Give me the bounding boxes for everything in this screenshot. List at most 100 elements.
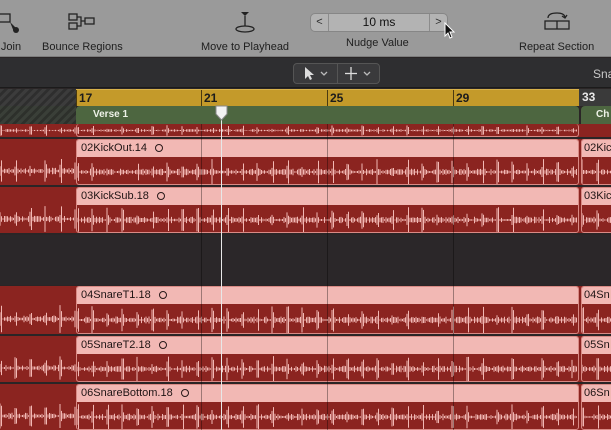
- waveform-trace: [0, 206, 76, 232]
- waveform: [0, 403, 76, 429]
- join-tool[interactable]: Join: [0, 6, 24, 53]
- waveform: [582, 159, 611, 184]
- region-header: 06Sn: [582, 385, 611, 402]
- bar-ruler[interactable]: 17 21 25 29: [76, 89, 579, 106]
- track-lane: 04SnareT1.18 04Sn: [0, 286, 611, 334]
- track-lane: 02KickOut.14 02Kic: [0, 139, 611, 185]
- arrangement-marker-label: Verse 1: [93, 109, 129, 120]
- region-header: 04Sn: [582, 287, 611, 304]
- control-bar: Join Bounce Regions Move to Playhead < 1…: [0, 0, 611, 57]
- ruler-bar-17: 17: [79, 91, 93, 105]
- loop-icon: [155, 144, 164, 152]
- waveform: [0, 125, 76, 136]
- bounce-regions-icon: [68, 13, 96, 30]
- waveform-trace: [0, 159, 76, 183]
- region-name: 04SnareT1.18: [81, 289, 167, 301]
- region-name: 06Sn: [584, 387, 610, 399]
- waveform: [0, 159, 76, 183]
- move-to-playhead-label: Move to Playhead: [201, 41, 290, 53]
- ruler-bar-21: 21: [204, 91, 218, 105]
- waveform: [582, 307, 611, 333]
- waveform: [0, 356, 76, 380]
- track-lane: 05SnareT2.18 05Sn: [0, 336, 611, 382]
- waveform-trace: [582, 210, 611, 230]
- nudge-decrease-button[interactable]: <: [311, 14, 329, 31]
- playhead-handle-icon[interactable]: [215, 105, 228, 121]
- waveform-trace: [582, 358, 611, 380]
- waveform: [582, 210, 611, 230]
- region-name: 06SnareBottom.18: [81, 387, 189, 399]
- move-to-playhead-tool[interactable]: Move to Playhead: [201, 6, 289, 53]
- region-name: 05SnareT2.18: [81, 339, 167, 351]
- move-to-playhead-icon: [235, 12, 255, 33]
- join-label: Join: [0, 41, 22, 53]
- waveform-trace: [0, 305, 76, 333]
- waveform: [582, 358, 611, 380]
- command-click-tool-menu[interactable]: [337, 64, 380, 83]
- tool-menus: [293, 63, 380, 84]
- region-name: 03KickSub.18: [81, 190, 165, 202]
- bar-grid-line: [201, 124, 202, 430]
- bar-grid-line: [327, 124, 328, 430]
- track-lane: 03KickSub.18 03Kick: [0, 187, 611, 233]
- snap-label: Sna: [593, 67, 611, 81]
- track-background: [0, 235, 611, 285]
- marquee-tool-icon: [345, 67, 371, 80]
- ruler-tick: [327, 90, 328, 106]
- audio-region[interactable]: 06Sn: [581, 384, 611, 430]
- pointer-tool-icon: [305, 67, 328, 80]
- ruler-bar-25: 25: [330, 91, 344, 105]
- region-name: 02KickOut.14: [81, 142, 164, 154]
- nudge-value-stepper[interactable]: < 10 ms >: [310, 13, 448, 32]
- bar-grid-line: [453, 124, 454, 430]
- repeat-section-icon: [543, 12, 570, 30]
- waveform-trace: [0, 125, 76, 136]
- repeat-section-tool[interactable]: Repeat Section: [519, 6, 594, 53]
- waveform: [582, 405, 611, 429]
- loop-icon: [156, 192, 165, 200]
- loop-icon: [158, 341, 167, 349]
- nudge-value-display: 10 ms: [362, 15, 396, 29]
- arrangement-marker-chorus[interactable]: Ch: [581, 106, 611, 124]
- waveform: [0, 206, 76, 232]
- bounce-regions-tool[interactable]: Bounce Regions: [42, 6, 123, 53]
- waveform: [0, 305, 76, 333]
- ruler-tick: [453, 90, 454, 106]
- waveform-trace: [0, 356, 76, 380]
- track-lane: 06SnareBottom.18 06Sn: [0, 384, 611, 430]
- loop-icon: [158, 291, 167, 299]
- waveform-trace: [582, 405, 611, 429]
- loop-icon: [180, 389, 189, 397]
- waveform-trace: [582, 307, 611, 333]
- region-header: 03Kick: [582, 188, 611, 205]
- region-name: 05Sn: [584, 339, 610, 351]
- track-lane-empty: [0, 235, 611, 285]
- region-name: 02Kic: [584, 142, 611, 154]
- region-header: 05Sn: [582, 337, 611, 354]
- arrangement-track-empty: [0, 106, 76, 124]
- ruler-tick: [76, 90, 77, 106]
- bounce-regions-label: Bounce Regions: [42, 41, 123, 53]
- region-header: 02Kic: [582, 140, 611, 157]
- tracks-toolbar: Sna: [0, 58, 611, 88]
- track-lane: [0, 124, 611, 137]
- audio-region[interactable]: 02Kic: [581, 139, 611, 185]
- waveform-trace: [0, 403, 76, 429]
- ruler-bar-29: 29: [456, 91, 470, 105]
- ruler-tick: [201, 90, 202, 106]
- ruler-bar-33: 33: [582, 90, 596, 104]
- arrangement-marker-verse[interactable]: Verse 1: [76, 106, 579, 124]
- repeat-section-label: Repeat Section: [519, 41, 595, 53]
- left-click-tool-menu[interactable]: [294, 64, 337, 83]
- playhead-line[interactable]: [221, 106, 222, 430]
- audio-region[interactable]: 04Sn: [581, 286, 611, 334]
- nudge-value-label: Nudge Value: [346, 37, 409, 49]
- region-name: 03Kick: [584, 190, 611, 202]
- mouse-pointer-icon: [444, 22, 456, 39]
- arrangement-marker-label: Ch: [596, 109, 610, 120]
- audio-region[interactable]: 05Sn: [581, 336, 611, 382]
- join-icon: [0, 13, 19, 33]
- ruler-outside-cycle-right: 33: [579, 89, 611, 106]
- region-name: 04Sn: [584, 289, 610, 301]
- audio-region[interactable]: 03Kick: [581, 187, 611, 233]
